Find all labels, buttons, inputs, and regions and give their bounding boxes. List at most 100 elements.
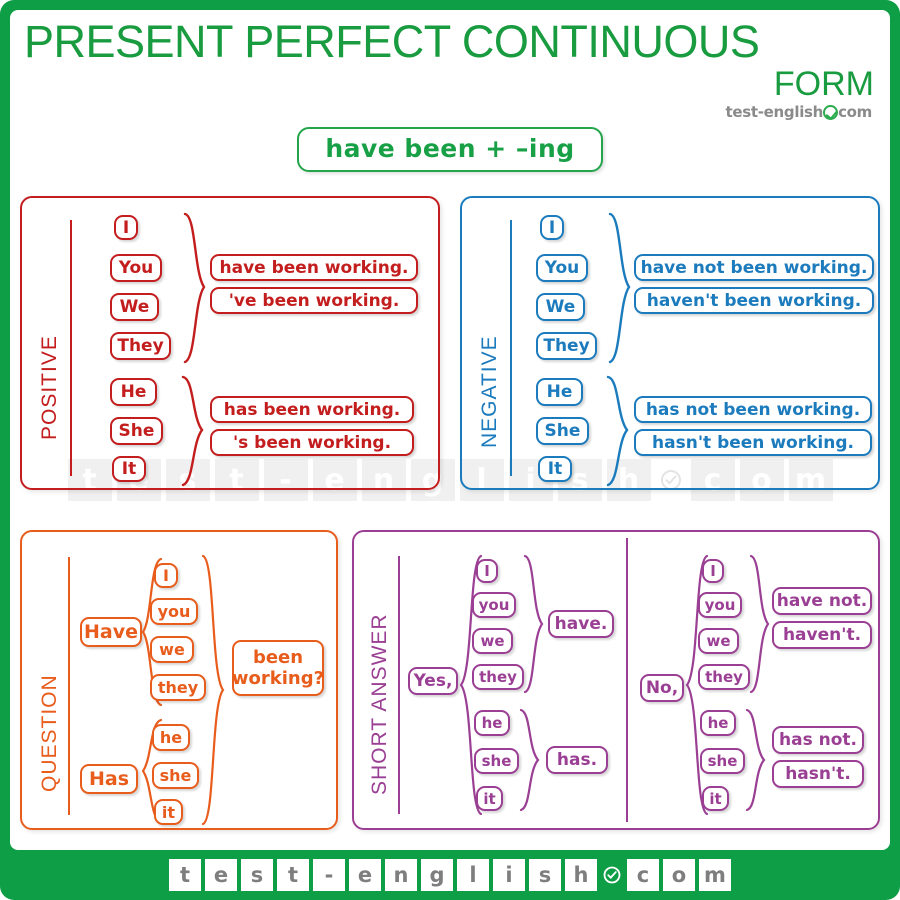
form-bubble: has not. [772, 726, 864, 754]
poster-frame: test-english com PRESENT PERFECT CONTINUO… [0, 0, 900, 900]
panel-negative-label: NEGATIVE [478, 335, 501, 448]
footer-letter: t [169, 859, 201, 891]
pronoun-bubble: You [536, 254, 588, 282]
lead-bubble: No, [640, 674, 684, 702]
form-bubble: 've been working. [210, 287, 418, 314]
pronoun-bubble: you [698, 592, 742, 618]
form-bubble-line2: working? [231, 668, 325, 689]
form-bubble: have been working. [210, 254, 418, 281]
pronoun-bubble: we [472, 628, 513, 654]
panel-short-answer: SHORT ANSWER Yes, I you we they have. he… [352, 530, 880, 830]
brace-icon [200, 554, 226, 826]
form-bubble: hasn't. [772, 760, 864, 788]
footer-letter: e [349, 859, 381, 891]
form-bubble: 's been working. [210, 429, 414, 456]
formula-row: have been + –ing [10, 127, 890, 172]
footer-letter: l [457, 859, 489, 891]
formula-pill: have been + –ing [297, 127, 603, 172]
footer-letter: s [241, 859, 273, 891]
pronoun-bubble: it [702, 786, 729, 811]
brace-icon [180, 375, 206, 487]
poster-header: PRESENT PERFECT CONTINUOUS FORM test-eng… [10, 10, 890, 122]
panel-positive: POSITIVE I You We They have been working… [20, 196, 440, 490]
pronoun-bubble: they [472, 664, 524, 690]
brace-icon [607, 212, 633, 364]
form-bubble: haven't. [772, 621, 872, 649]
pronoun-bubble: I [476, 559, 498, 583]
brace-icon [605, 375, 631, 487]
pronoun-bubble: he [474, 710, 510, 736]
footer-letter: t [277, 859, 309, 891]
form-bubble: have. [548, 610, 614, 638]
pronoun-bubble: We [110, 293, 159, 321]
panel-divider [626, 538, 628, 822]
brand-logo-text-right: com [838, 103, 872, 121]
green-check-circle-icon [823, 104, 839, 120]
page-title-line1: PRESENT PERFECT CONTINUOUS [24, 16, 760, 67]
form-bubble: have not been working. [634, 254, 874, 281]
pronoun-bubble: I [702, 559, 724, 583]
footer-letter: n [385, 859, 417, 891]
pronoun-bubble: you [472, 592, 516, 618]
form-bubble: has. [546, 746, 608, 774]
brace-icon [748, 554, 770, 696]
form-bubble-line1: been [252, 647, 304, 668]
pronoun-bubble: I [154, 563, 178, 588]
footer-letter: o [663, 859, 695, 891]
panel-short-answer-label: SHORT ANSWER [368, 613, 391, 795]
form-bubble: hasn't been working. [634, 429, 872, 456]
pronoun-bubble: they [698, 664, 750, 690]
footer-letter: i [493, 859, 525, 891]
footer-letter: g [421, 859, 453, 891]
pronoun-bubble: I [540, 215, 564, 240]
footer-letter: m [699, 859, 731, 891]
footer-logo: test-englishcom [0, 850, 900, 900]
pronoun-bubble: they [150, 674, 206, 701]
form-bubble: has been working. [210, 396, 414, 423]
panel-negative: NEGATIVE I You We They have not been wor… [460, 196, 880, 490]
pronoun-bubble: You [110, 254, 162, 282]
pronoun-bubble: We [536, 293, 585, 321]
pronoun-bubble: They [110, 332, 171, 360]
footer-letter: h [565, 859, 597, 891]
footer-letter: - [313, 859, 345, 891]
page-title-line2: FORM [773, 65, 874, 103]
panel-question-label: QUESTION [38, 674, 61, 792]
pronoun-bubble: you [150, 598, 198, 625]
brand-logo: test-english com [24, 103, 876, 121]
pronoun-bubble: It [112, 456, 146, 482]
aux-bubble: Have [80, 617, 142, 647]
aux-bubble: Has [80, 764, 138, 794]
green-check-circle-icon [601, 859, 623, 891]
pronoun-bubble: she [700, 748, 745, 774]
pronoun-bubble: I [114, 215, 138, 240]
brace-icon [182, 212, 208, 364]
pronoun-bubble: It [538, 456, 572, 482]
pronoun-bubble: They [536, 332, 597, 360]
brand-logo-text-left: test-english [725, 103, 824, 121]
pronoun-bubble: it [476, 786, 503, 811]
panel-negative-rule [510, 220, 512, 476]
pronoun-bubble: he [152, 724, 190, 751]
form-bubble: have not. [772, 587, 872, 615]
panel-positive-rule [70, 220, 72, 476]
pronoun-bubble: He [536, 378, 583, 406]
panel-question-rule [68, 557, 70, 815]
brace-icon [522, 554, 544, 696]
brace-icon [518, 708, 540, 814]
pronoun-bubble: She [536, 417, 589, 445]
panel-positive-label: POSITIVE [38, 335, 61, 440]
panel-short-answer-rule [398, 556, 400, 814]
footer-letter: s [529, 859, 561, 891]
pronoun-bubble: She [110, 417, 163, 445]
panel-question: QUESTION Have Has I you we they he she i… [20, 530, 338, 830]
pronoun-bubble: he [700, 710, 736, 736]
poster-canvas: test-english com PRESENT PERFECT CONTINUO… [10, 10, 890, 850]
pronoun-bubble: we [698, 628, 739, 654]
form-bubble: has not been working. [634, 396, 872, 423]
brace-icon [744, 708, 766, 814]
pronoun-bubble: we [150, 636, 194, 663]
form-bubble: haven't been working. [634, 287, 874, 314]
pronoun-bubble: it [154, 799, 183, 825]
pronoun-bubble: He [110, 378, 157, 406]
